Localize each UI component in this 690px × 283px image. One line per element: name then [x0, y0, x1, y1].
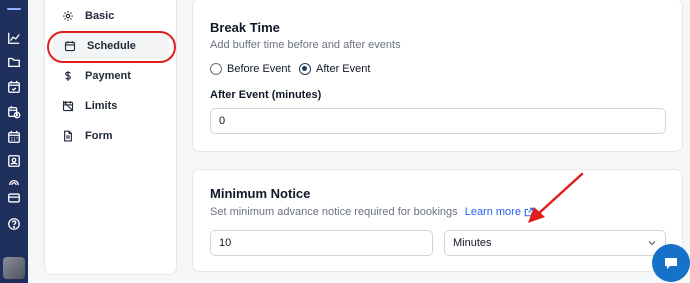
chart-line-icon[interactable]: [6, 30, 22, 46]
chevron-down-icon: [648, 241, 656, 246]
nav-item-form[interactable]: Form: [61, 124, 113, 148]
select-value: Minutes: [453, 237, 492, 249]
credit-card-icon[interactable]: [6, 190, 22, 206]
minimum-notice-card: Minimum Notice Set minimum advance notic…: [192, 169, 683, 272]
calendar-check-icon[interactable]: [6, 79, 22, 95]
nav-item-payment[interactable]: Payment: [61, 64, 131, 88]
avatar[interactable]: [3, 257, 25, 279]
app-rail: [0, 0, 28, 283]
minimum-notice-value-input[interactable]: 10: [210, 230, 433, 256]
break-time-title: Break Time: [210, 20, 280, 35]
after-event-minutes-label: After Event (minutes): [210, 89, 322, 101]
calendar-off-icon: [61, 99, 75, 113]
radio-button-selected[interactable]: [299, 63, 311, 75]
nav-item-label: Basic: [85, 10, 115, 22]
nav-item-basic[interactable]: Basic: [61, 4, 114, 28]
radio-button[interactable]: [210, 63, 222, 75]
nav-item-label: Payment: [85, 70, 131, 82]
radio-after-event[interactable]: After Event: [299, 63, 370, 75]
logo: [7, 8, 21, 10]
highlight-circle-annotation: [47, 31, 176, 63]
radio-before-event[interactable]: Before Event: [210, 63, 291, 75]
minimum-notice-title: Minimum Notice: [210, 186, 311, 201]
nav-item-label: Form: [85, 130, 113, 142]
chat-button[interactable]: [652, 244, 690, 282]
input-value: 10: [219, 237, 232, 249]
input-value: 0: [219, 115, 226, 127]
nav-item-label: Limits: [85, 100, 118, 112]
document-icon: [61, 129, 75, 143]
radio-label: After Event: [316, 63, 371, 75]
folder-icon[interactable]: [6, 54, 22, 70]
minimum-notice-subtitle-row: Set minimum advance notice required for …: [210, 206, 534, 218]
break-time-card: Break Time Add buffer time before and af…: [192, 0, 683, 152]
dollar-icon: [61, 69, 75, 83]
calendar-icon[interactable]: [6, 129, 22, 145]
break-time-subtitle: Add buffer time before and after events: [210, 39, 401, 51]
minimum-notice-unit-select[interactable]: Minutes: [444, 230, 666, 256]
arrow-annotation: [528, 172, 584, 223]
radio-label: Before Event: [227, 63, 291, 75]
calendar-clock-icon[interactable]: [6, 104, 22, 120]
contact-card-icon[interactable]: [6, 153, 22, 169]
minimum-notice-subtitle: Set minimum advance notice required for …: [210, 206, 458, 218]
chat-icon: [665, 258, 677, 269]
learn-more-label: Learn more: [464, 206, 521, 218]
gear-icon: [61, 9, 75, 23]
help-circle-icon[interactable]: [6, 216, 22, 232]
nav-item-limits[interactable]: Limits: [61, 94, 117, 118]
after-event-minutes-input[interactable]: 0: [210, 108, 666, 134]
